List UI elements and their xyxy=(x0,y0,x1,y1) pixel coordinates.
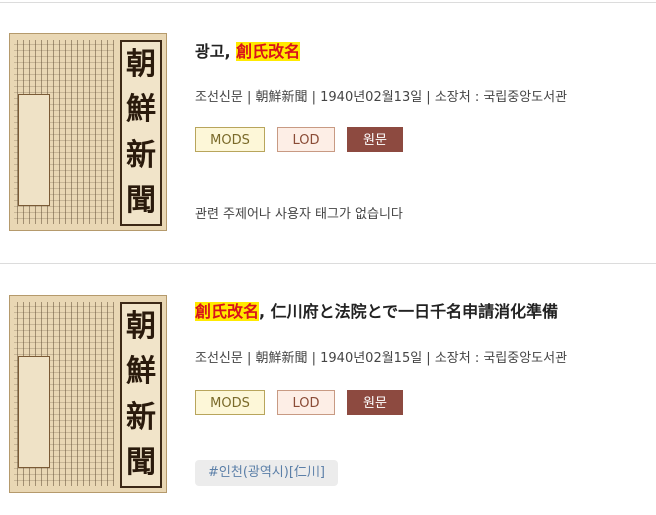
headline-box xyxy=(18,356,50,468)
masthead-char: 聞 xyxy=(126,183,156,219)
result-title-link[interactable]: 광고, 創氏改名 xyxy=(195,38,301,62)
result-metadata: 조선신문 | 朝鮮新聞 | 1940년02월15일 | 소장처 : 국립중앙도서… xyxy=(195,351,568,366)
search-term-highlight: 創氏改名 xyxy=(236,42,301,61)
newspaper-thumbnail[interactable]: 朝 鮮 新 聞 xyxy=(9,33,167,231)
masthead: 朝 鮮 新 聞 xyxy=(120,302,162,488)
result-title-link[interactable]: 創氏改名, 仁川府と法院とで一日千名申請消化準備 xyxy=(195,298,558,322)
newspaper-thumbnail[interactable]: 朝 鮮 新 聞 xyxy=(9,295,167,493)
action-buttons: MODS LOD 원문 xyxy=(195,390,403,415)
masthead: 朝 鮮 新 聞 xyxy=(120,40,162,226)
title-suffix: , 仁川府と法院とで一日千名申請消化準備 xyxy=(259,302,559,321)
title-prefix: 광고, xyxy=(195,42,237,61)
masthead-char: 鮮 xyxy=(126,354,156,390)
original-text-button[interactable]: 원문 xyxy=(347,127,403,152)
lod-button[interactable]: LOD xyxy=(277,127,335,152)
no-tags-message: 관련 주제어나 사용자 태그가 없습니다 xyxy=(195,207,403,222)
search-term-highlight: 創氏改名 xyxy=(195,302,260,321)
result-metadata: 조선신문 | 朝鮮新聞 | 1940년02월13일 | 소장처 : 국립중앙도서… xyxy=(195,90,568,105)
original-text-button[interactable]: 원문 xyxy=(347,390,403,415)
masthead-char: 朝 xyxy=(126,308,156,344)
action-buttons: MODS LOD 원문 xyxy=(195,127,403,152)
masthead-char: 新 xyxy=(126,399,156,435)
masthead-char: 新 xyxy=(126,137,156,173)
masthead-char: 朝 xyxy=(126,46,156,82)
lod-button[interactable]: LOD xyxy=(277,390,335,415)
search-result-item: 朝 鮮 新 聞 創氏改名, 仁川府と法院とで一日千名申請消化準備 조선신문 | … xyxy=(0,262,656,502)
mods-button[interactable]: MODS xyxy=(195,390,265,415)
masthead-char: 鮮 xyxy=(126,92,156,128)
subject-tag[interactable]: #인천(광역시)[仁川] xyxy=(195,460,338,486)
mods-button[interactable]: MODS xyxy=(195,127,265,152)
headline-box xyxy=(18,94,50,206)
masthead-char: 聞 xyxy=(126,445,156,481)
search-result-item: 朝 鮮 新 聞 광고, 創氏改名 조선신문 | 朝鮮新聞 | 1940년02월1… xyxy=(0,0,656,240)
